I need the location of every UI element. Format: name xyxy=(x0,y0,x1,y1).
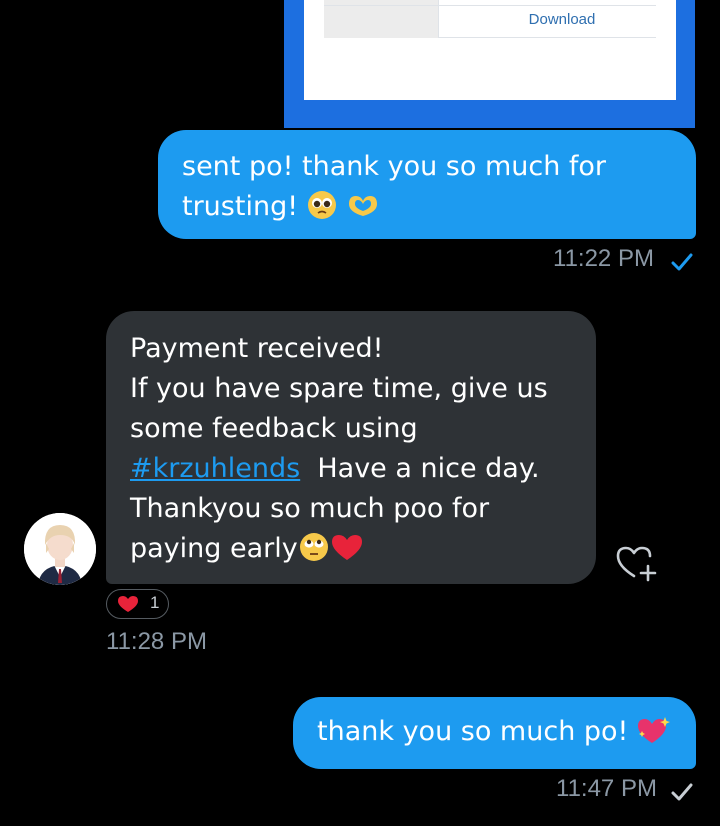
red-heart-reaction-icon xyxy=(118,596,138,612)
hashtag-link[interactable]: #krzuhlends xyxy=(130,453,300,484)
sent-check-icon xyxy=(671,253,693,271)
pleading-face-emoji-icon xyxy=(307,191,336,219)
sparkling-heart-emoji-icon xyxy=(637,717,670,743)
message-line: #krzuhlends Have a nice day. xyxy=(130,453,540,484)
receipt-torn-edge xyxy=(304,88,676,99)
message-line: If you have spare time, give us xyxy=(130,373,548,404)
rolling-eyes-emoji-icon xyxy=(299,533,328,561)
message-timestamp: 11:28 PM xyxy=(106,628,207,655)
message-line: Payment received! xyxy=(130,333,384,364)
message-line: some feedback using xyxy=(130,413,418,444)
heart-hands-emoji-icon xyxy=(349,196,378,216)
outgoing-message-bubble[interactable]: thank you so much po! xyxy=(293,697,696,769)
message-timestamp: 11:47 PM xyxy=(556,775,657,802)
incoming-message-bubble[interactable]: Payment received! If you have spare time… xyxy=(106,311,596,584)
reaction-count: 1 xyxy=(150,593,160,612)
avatar[interactable] xyxy=(24,513,96,585)
sent-check-icon xyxy=(671,783,693,801)
red-heart-emoji-icon xyxy=(331,535,362,560)
message-line: Thankyou so much poo for xyxy=(130,493,490,524)
message-line: sent po! thank you so much for xyxy=(182,151,607,182)
receipt-divider xyxy=(324,5,656,6)
reaction-badge[interactable]: 1 xyxy=(106,589,169,619)
avatar-image xyxy=(24,513,96,585)
message-line: trusting! xyxy=(182,187,672,227)
download-link[interactable]: Download xyxy=(438,11,686,28)
add-reaction-heart-icon[interactable] xyxy=(612,540,660,582)
message-text: thank you so much po! xyxy=(317,716,629,747)
message-timestamp: 11:22 PM xyxy=(553,245,654,272)
message-line: paying early xyxy=(130,529,572,569)
outgoing-message-bubble[interactable]: sent po! thank you so much for trusting! xyxy=(158,130,696,239)
